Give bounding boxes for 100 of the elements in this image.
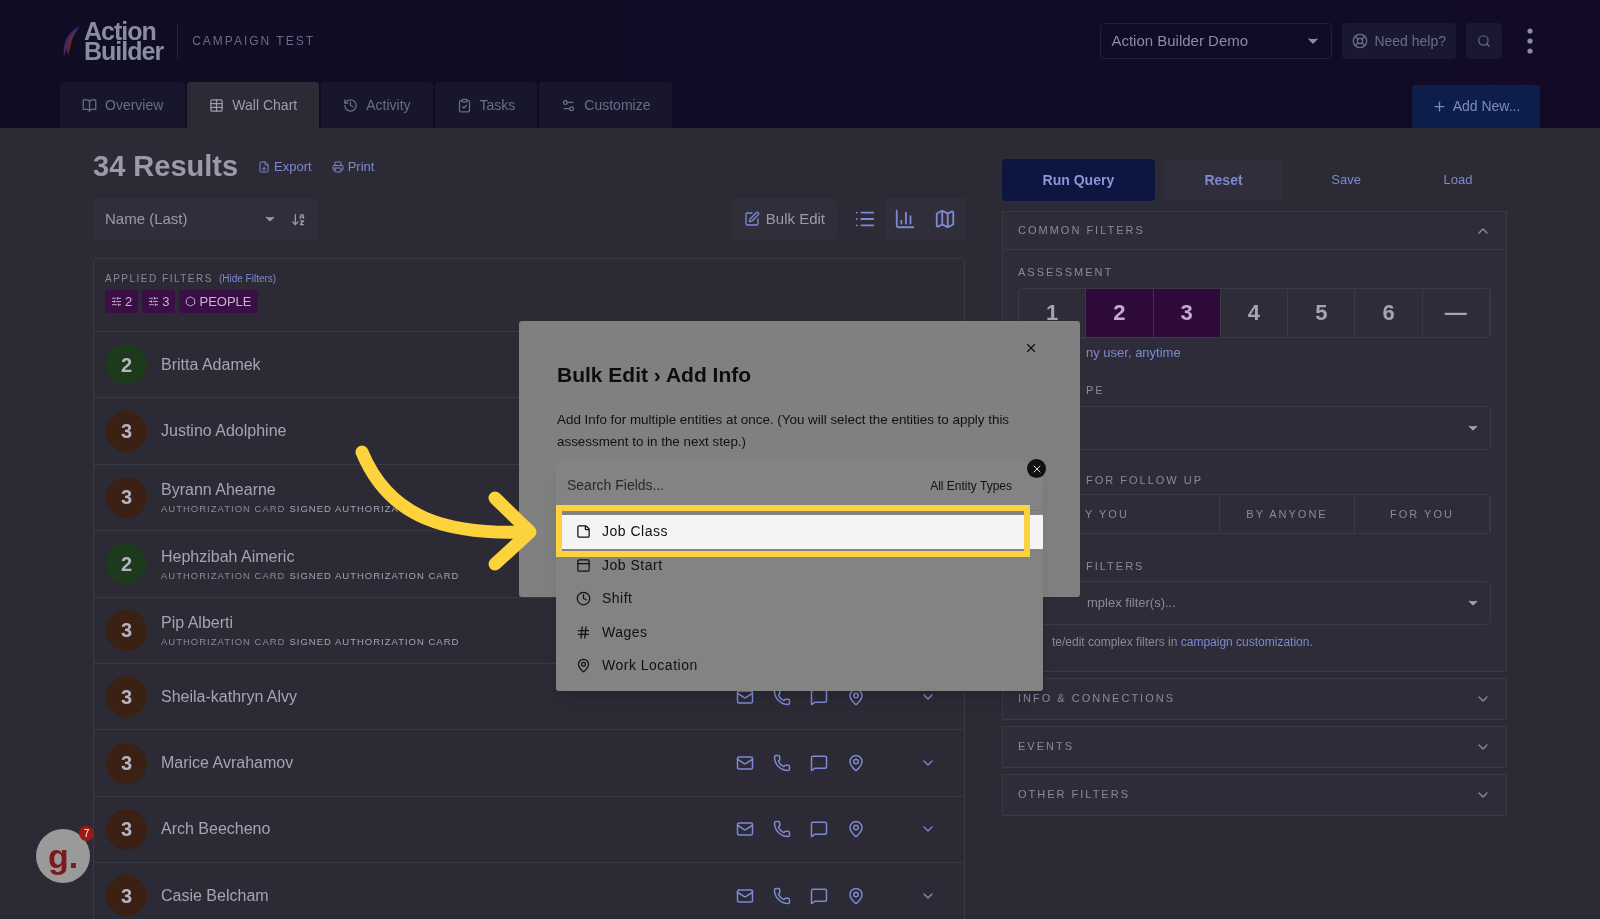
mail-icon[interactable]: [736, 820, 754, 839]
organization-select[interactable]: Action Builder Demo: [1100, 23, 1333, 59]
person-name: Justino Adolphine: [161, 421, 287, 442]
mail-icon[interactable]: [736, 886, 754, 905]
phone-icon[interactable]: [773, 886, 791, 905]
clock-icon: [576, 591, 591, 607]
person-tag: SIGNED AUTHORIZA: [289, 502, 399, 517]
save-button[interactable]: Save: [1292, 170, 1401, 190]
map-view-button[interactable]: [925, 198, 965, 240]
common-filters-header[interactable]: COMMON FILTERS: [1003, 212, 1506, 250]
search-icon: [1477, 34, 1491, 48]
phone-icon[interactable]: [773, 754, 791, 773]
print-link[interactable]: Print: [331, 157, 375, 177]
book-icon: [82, 97, 97, 113]
filter-chip[interactable]: 3: [142, 290, 176, 313]
assessment-option[interactable]: 6: [1355, 288, 1423, 337]
load-button[interactable]: Load: [1409, 170, 1507, 190]
mail-icon[interactable]: [736, 754, 754, 773]
pin-icon: [576, 658, 591, 674]
nav-tab[interactable]: Activity: [321, 82, 433, 128]
file-icon: [258, 161, 271, 173]
person-tag: AUTHORIZATION CARD: [161, 635, 286, 650]
help-button[interactable]: Need help?: [1342, 23, 1456, 59]
lifebuoy-icon: [1352, 33, 1369, 49]
person-name: Byrann Ahearne: [161, 480, 277, 501]
pin-icon[interactable]: [847, 886, 865, 905]
person-name: Hephzibah Aimeric: [161, 546, 296, 567]
logo-text: Builder: [84, 41, 164, 61]
assessment-avatar: 3: [106, 742, 147, 784]
person-name: Sheila-kathryn Alvy: [161, 686, 298, 707]
run-query-button[interactable]: Run Query: [1002, 159, 1155, 201]
sort-icon: [291, 211, 306, 227]
filter-section-header[interactable]: EVENTS: [1002, 725, 1507, 768]
chart-view-button[interactable]: [885, 198, 925, 240]
entity-type-filter[interactable]: All Entity Types: [930, 476, 1012, 495]
person-row[interactable]: 3 Casie Belcham: [93, 863, 965, 919]
plus-icon: [1431, 99, 1447, 114]
filter-chip[interactable]: PEOPLE: [179, 290, 258, 313]
follow-up-option[interactable]: BY ANYONE: [1220, 495, 1355, 533]
assessment-avatar: 3: [106, 609, 147, 651]
complex-filter-help: te/edit complex filters in campaign customization.: [1052, 633, 1313, 651]
bulk-edit-button[interactable]: Bulk Edit: [731, 198, 837, 240]
hash-icon: [576, 624, 591, 640]
pin-icon[interactable]: [847, 820, 865, 839]
filter-label: FOR FOLLOW UP: [1086, 472, 1204, 488]
nav-tab[interactable]: Tasks: [434, 82, 538, 128]
sliders-icon: [148, 296, 160, 307]
person-tag: AUTHORIZATION CARD: [161, 502, 286, 517]
edit-icon: [743, 211, 760, 227]
field-option[interactable]: Job Start: [556, 548, 1043, 582]
follow-up-option[interactable]: FOR YOU: [1355, 495, 1490, 533]
assessment-avatar: 3: [106, 410, 147, 452]
assessment-note: ny user, anytime: [1086, 343, 1181, 362]
person-name: Marice Avrahamov: [161, 753, 294, 774]
assessment-option[interactable]: 4: [1220, 288, 1289, 337]
person-row[interactable]: 3 Arch Beecheno: [93, 796, 965, 864]
more-icon: [1527, 28, 1533, 54]
logo-text: Action: [84, 21, 156, 41]
search-fields-input[interactable]: Search Fields...: [567, 475, 931, 496]
printer-icon: [331, 161, 344, 173]
filter-section-header[interactable]: OTHER FILTERS: [1002, 773, 1507, 816]
nav-tab[interactable]: Customize: [539, 82, 673, 128]
assessment-option[interactable]: —: [1422, 288, 1490, 337]
nav-tab[interactable]: Wall Chart: [187, 82, 320, 128]
hexagon-icon: [185, 296, 197, 307]
person-name: Britta Adamek: [161, 354, 261, 375]
sort-select[interactable]: Name (Last): [93, 198, 318, 240]
chat-icon[interactable]: [810, 886, 828, 905]
person-tag: SIGNED AUTHORIZATION CARD: [289, 568, 460, 583]
table-icon: [209, 97, 225, 113]
note-icon: [576, 524, 591, 540]
assessment-option[interactable]: 2: [1086, 288, 1154, 337]
person-name: Casie Belcham: [161, 885, 269, 906]
person-name: Arch Beecheno: [161, 819, 271, 840]
export-link[interactable]: Export: [258, 157, 312, 177]
filter-section-header[interactable]: INFO & CONNECTIONS: [1002, 677, 1507, 720]
dialog-title: Bulk Edit › Add Info: [557, 362, 753, 388]
chat-icon[interactable]: [810, 820, 828, 839]
assessment-avatar: 3: [106, 476, 147, 518]
assessment-label: ASSESSMENT: [1018, 265, 1114, 280]
phone-icon[interactable]: [773, 820, 791, 839]
filter-chip[interactable]: 2: [105, 290, 139, 313]
person-row[interactable]: 3 Marice Avrahamov: [93, 730, 965, 797]
person-tag: SIGNED AUTHORIZATION CARD: [289, 635, 460, 650]
chat-icon[interactable]: [810, 754, 828, 773]
assessment-option[interactable]: 5: [1288, 288, 1356, 337]
sliders-icon: [111, 296, 122, 307]
dialog-description: Add Info for multiple entities at once. (You will select the entities to apply this assessment to in the next step.): [557, 410, 1011, 451]
chart-icon: [894, 208, 916, 230]
reset-button[interactable]: Reset: [1163, 159, 1284, 201]
filter-label: PE: [1086, 383, 1105, 398]
assessment-avatar: 2: [106, 543, 147, 585]
assessment-avatar: 3: [106, 676, 147, 718]
pin-icon[interactable]: [847, 754, 865, 773]
assessment-avatar: 2: [106, 344, 147, 386]
assessment-option[interactable]: 3: [1153, 288, 1221, 337]
hide-filters-link[interactable]: (Hide Filters): [218, 271, 277, 286]
nav-tab[interactable]: Overview: [60, 82, 186, 128]
close-button[interactable]: [1024, 341, 1038, 355]
add-new-button[interactable]: Add New...: [1412, 85, 1540, 128]
